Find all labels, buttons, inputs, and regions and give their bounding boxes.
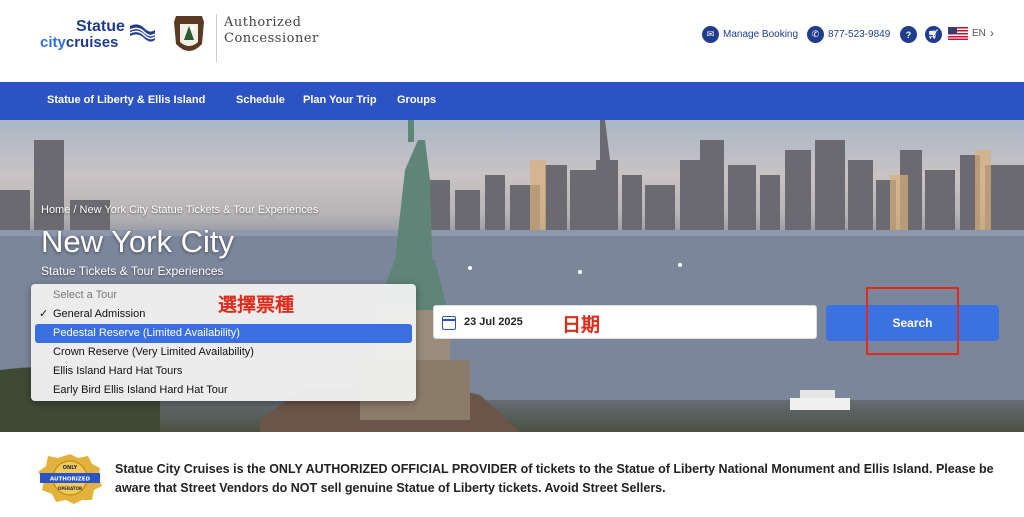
tour-option-crown-reserve[interactable]: Crown Reserve (Very Limited Availability… [35, 343, 412, 362]
us-flag-icon [948, 26, 968, 40]
authorized-provider-text: Statue City Cruises is the ONLY AUTHORIZ… [115, 462, 994, 495]
flag-icon [129, 24, 156, 42]
tour-select-annotation: 選擇票種 [218, 294, 295, 316]
cart-button[interactable]: 🛒︎ [925, 26, 946, 43]
main-nav: Statue of Liberty & Ellis Island Schedul… [0, 82, 1024, 120]
cart-icon: 🛒︎ [925, 26, 942, 43]
svg-text:ONLY: ONLY [63, 465, 78, 471]
breadcrumb[interactable]: Home / New York City Statue Tickets & To… [41, 204, 318, 216]
language-label: EN [972, 27, 986, 39]
help-icon: ? [900, 26, 917, 43]
date-value: 23 Jul 2025 [464, 316, 523, 328]
search-annotation-box [866, 287, 959, 355]
nav-item-schedule[interactable]: Schedule [236, 94, 285, 106]
authorized-concessioner-label: Authorized Concessioner [224, 15, 319, 46]
authorized-operator-badge-icon: ONLY AUTHORIZED OPERATOR [38, 454, 102, 504]
phone-number: 877-523-9849 [828, 29, 891, 40]
page-title: New York City [41, 224, 234, 259]
svg-text:OPERATOR: OPERATOR [58, 486, 82, 491]
manage-booking-label: Manage Booking [723, 29, 799, 40]
tour-option-pedestal-reserve[interactable]: Pedestal Reserve (Limited Availability) [35, 324, 412, 343]
authorized-provider-notice: ONLY AUTHORIZED OPERATOR Statue City Cru… [0, 432, 1024, 517]
hero-banner: Home / New York City Statue Tickets & To… [0, 120, 1024, 432]
site-header: Statue citycruises Authorized Concession… [0, 0, 1024, 82]
envelope-icon: ✉ [702, 26, 719, 43]
phone-icon: ✆ [807, 26, 824, 43]
page-subtitle: Statue Tickets & Tour Experiences [41, 264, 224, 278]
language-selector[interactable]: EN › [948, 26, 994, 40]
national-park-service-badge-icon [174, 16, 204, 51]
date-annotation: 日期 [562, 314, 601, 336]
svg-text:AUTHORIZED: AUTHORIZED [50, 477, 91, 483]
date-field[interactable]: 23 Jul 2025 [433, 305, 817, 339]
statue-city-cruises-logo[interactable]: Statue citycruises [40, 18, 160, 58]
manage-booking-link[interactable]: ✉ Manage Booking [702, 26, 798, 43]
phone-link[interactable]: ✆ 877-523-9849 [807, 26, 890, 43]
nav-item-groups[interactable]: Groups [397, 94, 436, 106]
help-button[interactable]: ? [900, 26, 921, 43]
nav-item-plan-your-trip[interactable]: Plan Your Trip [303, 94, 377, 106]
checkmark-icon: ✓ [39, 308, 49, 320]
header-divider [216, 14, 217, 62]
nav-item-statue-of-liberty[interactable]: Statue of Liberty & Ellis Island [47, 94, 205, 106]
chevron-right-icon: › [989, 26, 994, 40]
calendar-icon [442, 316, 456, 330]
tour-option-hard-hat-tours[interactable]: Ellis Island Hard Hat Tours [35, 362, 412, 381]
tour-option-early-bird-hard-hat[interactable]: Early Bird Ellis Island Hard Hat Tour [35, 381, 412, 400]
logo-text-citycruises: citycruises [40, 34, 119, 51]
